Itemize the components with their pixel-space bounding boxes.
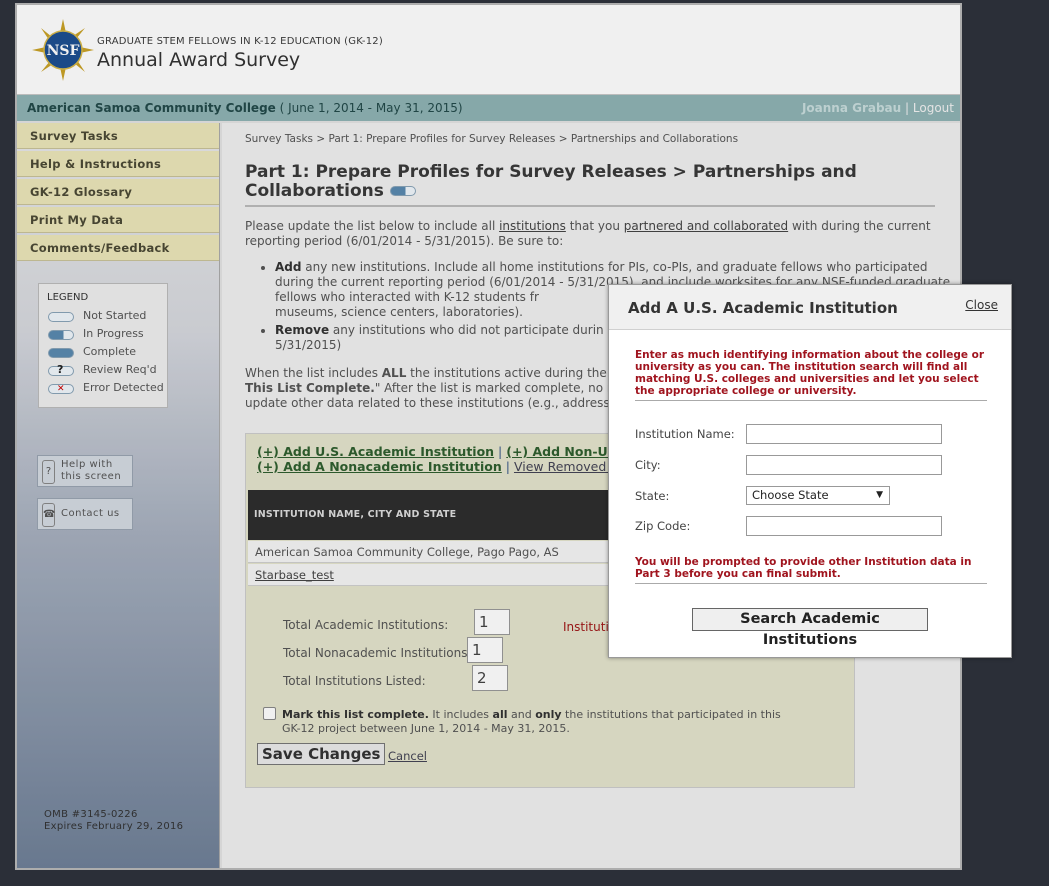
search-academic-institutions-button[interactable]: Search Academic Institutions [692,608,928,648]
modal-header: Add A U.S. Academic Institution Close [609,285,1011,330]
dropdown-arrow-icon: ▼ [876,490,883,500]
city-input[interactable] [746,455,942,475]
modal-note: You will be prompted to provide other In… [635,556,987,584]
zip-code-input[interactable] [746,516,942,536]
add-institution-modal: Add A U.S. Academic Institution Close En… [608,284,1012,658]
institution-name-input[interactable] [746,424,942,444]
zip-code-label: Zip Code: [635,519,691,533]
state-select[interactable]: Choose State ▼ [746,486,890,505]
state-select-value: Choose State [752,488,829,502]
city-label: City: [635,458,661,472]
close-link[interactable]: Close [965,298,998,312]
state-label: State: [635,489,670,503]
institution-name-label: Institution Name: [635,427,735,441]
modal-instructions: Enter as much identifying information ab… [635,349,987,401]
modal-title: Add A U.S. Academic Institution [628,299,898,317]
